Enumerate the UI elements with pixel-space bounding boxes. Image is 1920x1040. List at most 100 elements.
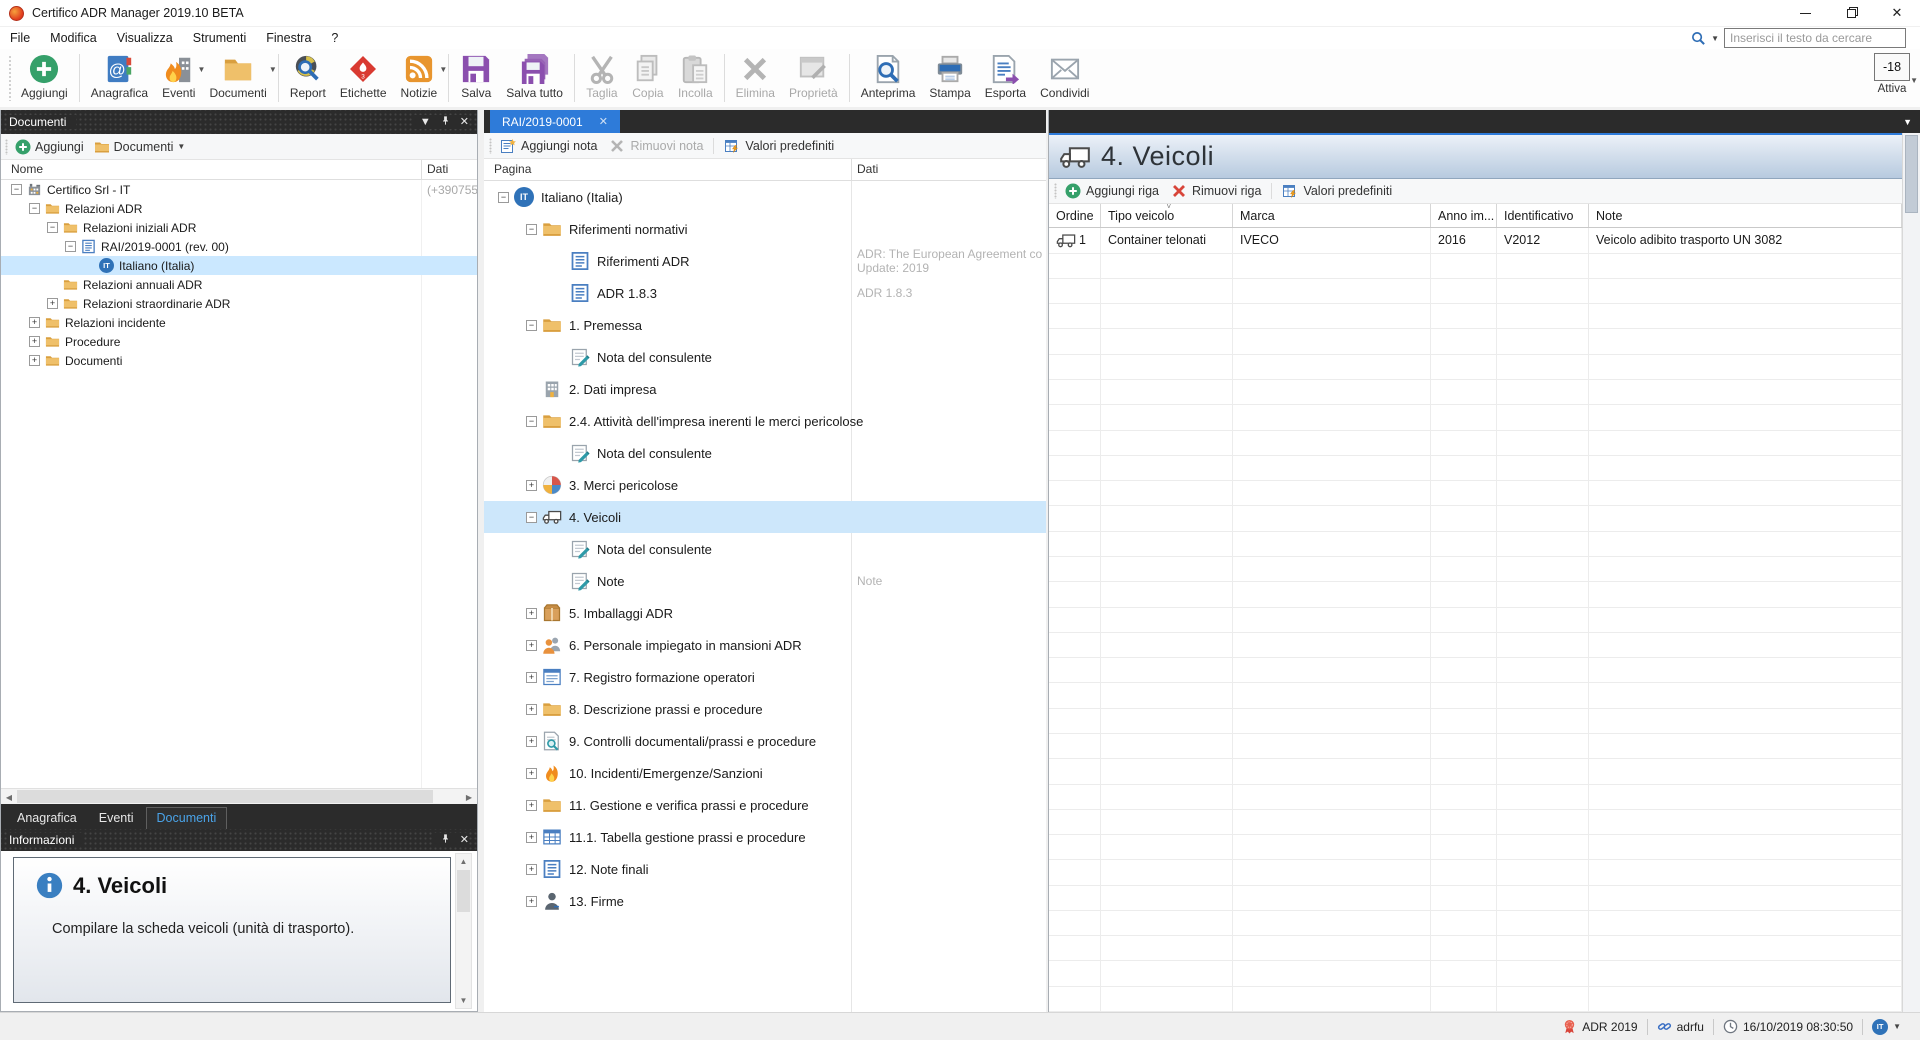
grid-empty-cell[interactable] [1497,785,1589,809]
collapse-icon[interactable]: − [526,320,537,331]
tab-list-dropdown-icon[interactable]: ▼ [1903,117,1912,127]
expand-icon[interactable]: + [526,896,537,907]
add-row-button[interactable]: Aggiungi riga [1061,183,1163,199]
grid-empty-cell[interactable] [1589,304,1902,328]
grid-empty-cell[interactable] [1589,759,1902,783]
grid-empty-cell[interactable] [1497,835,1589,859]
grid-empty-cell[interactable] [1049,254,1101,278]
grid-empty-cell[interactable] [1049,329,1101,353]
grid-empty-cell[interactable] [1589,380,1902,404]
grid-cell[interactable]: V2012 [1497,228,1589,252]
grid-empty-cell[interactable] [1431,405,1497,429]
page-item-note[interactable]: NoteNote [484,565,1046,597]
column-dati[interactable]: Dati [857,162,878,176]
grid-empty-cell[interactable] [1233,608,1431,632]
collapse-icon[interactable]: − [29,203,40,214]
grid-empty-cell[interactable] [1589,709,1902,733]
collapse-icon[interactable]: − [498,192,509,203]
grid-empty-cell[interactable] [1101,810,1233,834]
page-item-9-controlli-documentali-prassi-e-procedu[interactable]: +9. Controlli documentali/prassi e proce… [484,725,1046,757]
status-item-16-10-2019-08-30-50[interactable]: 16/10/2019 08:30:50 [1714,1018,1862,1036]
grid-empty-row[interactable] [1049,557,1902,582]
menu-item-strumenti[interactable]: Strumenti [183,27,257,49]
grid-empty-cell[interactable] [1431,785,1497,809]
grid-empty-cell[interactable] [1233,658,1431,682]
collapse-icon[interactable]: − [65,241,76,252]
grid-empty-cell[interactable] [1233,456,1431,480]
tree-item-relazioni-iniziali-adr[interactable]: −Relazioni iniziali ADR [1,218,477,237]
grid-empty-cell[interactable] [1101,456,1233,480]
pin-icon[interactable] [440,833,451,847]
grid-empty-cell[interactable] [1589,810,1902,834]
grid-empty-cell[interactable] [1233,431,1431,455]
grid-empty-cell[interactable] [1101,532,1233,556]
esporta-button[interactable]: Esporta [978,49,1033,107]
grid-empty-cell[interactable] [1589,582,1902,606]
column-pagina[interactable]: Pagina [494,162,531,176]
grid-empty-cell[interactable] [1497,355,1589,379]
grid-empty-row[interactable] [1049,734,1902,759]
grid-empty-cell[interactable] [1101,860,1233,884]
grid-empty-cell[interactable] [1431,633,1497,657]
grid-empty-cell[interactable] [1589,835,1902,859]
grid-empty-cell[interactable] [1233,961,1431,985]
grid-empty-row[interactable] [1049,709,1902,734]
grid-empty-cell[interactable] [1233,279,1431,303]
page-item-8-descrizione-prassi-e-procedure[interactable]: +8. Descrizione prassi e procedure [484,693,1046,725]
copia-button[interactable]: Copia [625,49,671,107]
grid-empty-cell[interactable] [1049,785,1101,809]
grid-empty-row[interactable] [1049,405,1902,430]
grid-empty-cell[interactable] [1049,608,1101,632]
grid-empty-cell[interactable] [1589,279,1902,303]
elimina-button[interactable]: Elimina [729,49,782,107]
grid-empty-cell[interactable] [1589,481,1902,505]
grid-empty-cell[interactable] [1497,254,1589,278]
menu-item-finestra[interactable]: Finestra [256,27,321,49]
grid-empty-cell[interactable] [1049,835,1101,859]
grid-empty-cell[interactable] [1101,987,1233,1011]
page-item-13-firme[interactable]: +13. Firme [484,885,1046,917]
grid-empty-cell[interactable] [1497,886,1589,910]
grid-empty-cell[interactable] [1497,936,1589,960]
page-item-riferimenti-normativi[interactable]: −Riferimenti normativi [484,213,1046,245]
document-tab[interactable]: RAI/2019-0001 ✕ [490,110,620,133]
remove-row-button[interactable]: Rimuovi riga [1167,183,1265,199]
grid-empty-cell[interactable] [1049,810,1101,834]
grid-empty-cell[interactable] [1233,810,1431,834]
grid-empty-cell[interactable] [1049,532,1101,556]
grid-data-row[interactable]: 1Container telonatiIVECO2016V2012Veicolo… [1049,228,1902,253]
grid-empty-cell[interactable] [1049,506,1101,530]
grid-empty-row[interactable] [1049,911,1902,936]
grid-empty-cell[interactable] [1497,481,1589,505]
grid-empty-row[interactable] [1049,633,1902,658]
grid-empty-cell[interactable] [1049,860,1101,884]
grid-empty-row[interactable] [1049,506,1902,531]
tab-close-icon[interactable]: ✕ [599,115,608,128]
grid-empty-row[interactable] [1049,329,1902,354]
grid-empty-cell[interactable] [1101,304,1233,328]
grid-column-marca[interactable]: Marca [1233,204,1431,227]
grid-empty-cell[interactable] [1233,709,1431,733]
grid-empty-cell[interactable] [1233,557,1431,581]
grid-empty-cell[interactable] [1233,785,1431,809]
grid-empty-row[interactable] [1049,785,1902,810]
grid-empty-cell[interactable] [1101,785,1233,809]
collapse-icon[interactable]: − [11,184,22,195]
grid-empty-cell[interactable] [1233,304,1431,328]
tree-item-relazioni-straordinarie-adr[interactable]: +Relazioni straordinarie ADR [1,294,477,313]
status-item-adrfu[interactable]: adrfu [1648,1018,1713,1036]
anteprima-button[interactable]: Anteprima [854,49,923,107]
grid-empty-cell[interactable] [1431,481,1497,505]
page-item-11-1-tabella-gestione-prassi-e-procedure[interactable]: +11.1. Tabella gestione prassi e procedu… [484,821,1046,853]
grid-empty-cell[interactable] [1497,734,1589,758]
collapse-icon[interactable]: − [47,222,58,233]
grid-empty-cell[interactable] [1431,886,1497,910]
grid-empty-cell[interactable] [1589,734,1902,758]
grid-empty-row[interactable] [1049,456,1902,481]
grid-empty-cell[interactable] [1431,456,1497,480]
grid-empty-cell[interactable] [1049,431,1101,455]
grid-empty-cell[interactable] [1233,683,1431,707]
scroll-up-icon[interactable]: ▲ [456,854,471,869]
grid-empty-cell[interactable] [1589,355,1902,379]
scroll-right-icon[interactable]: ▶ [461,789,477,805]
